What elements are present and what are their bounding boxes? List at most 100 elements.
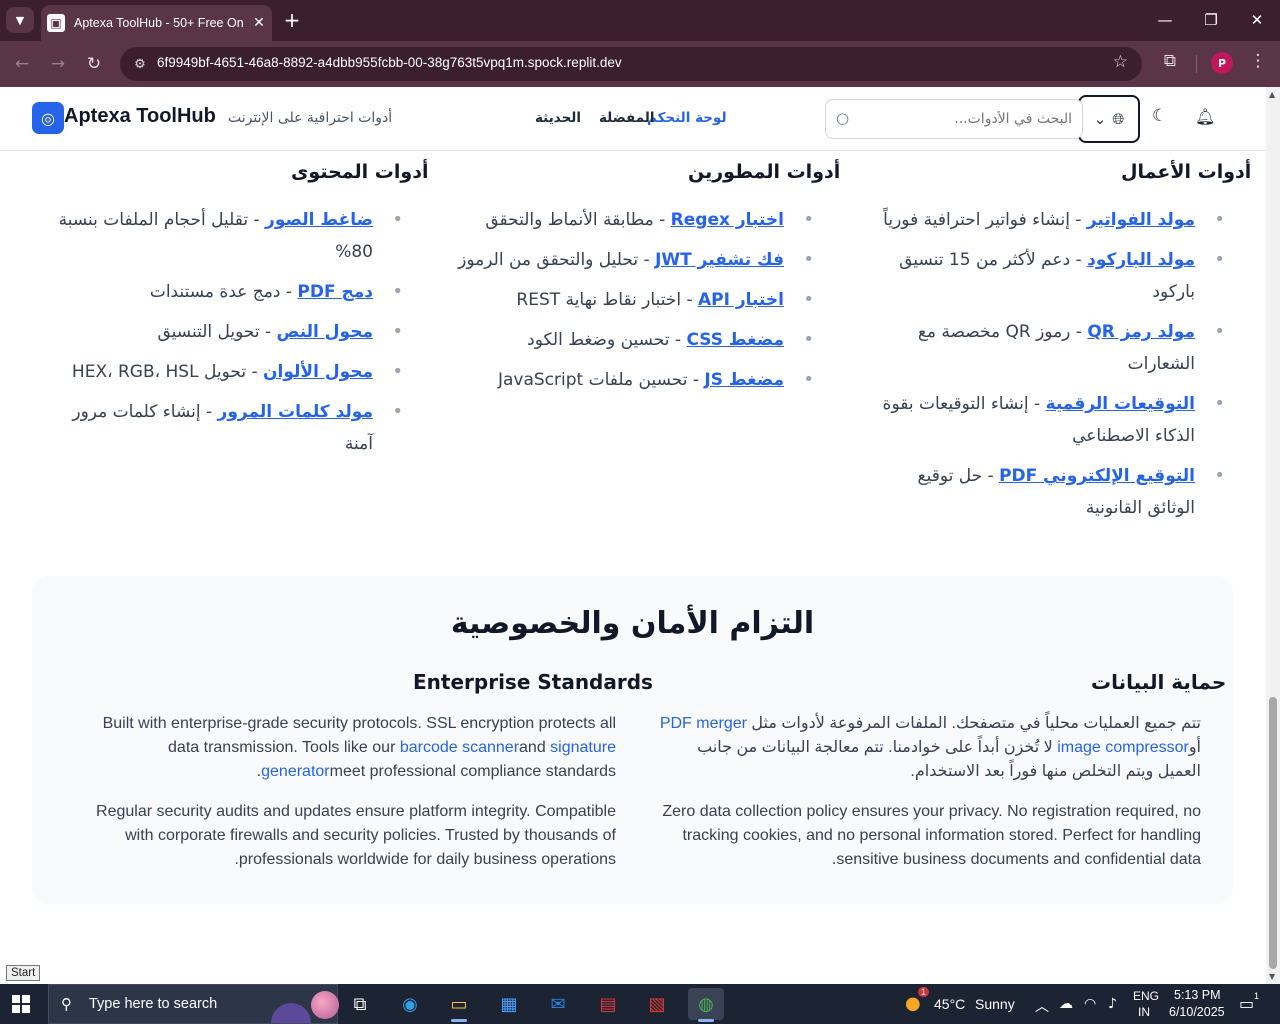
brand-logo-gear-icon[interactable]: ◎ (32, 102, 64, 134)
chrome-icon[interactable]: ◍ (688, 988, 724, 1022)
tool-link[interactable]: اختبار API (698, 290, 784, 310)
volume-icon[interactable]: ♪ (1108, 996, 1117, 1012)
weather-sun-icon[interactable]: ● (905, 993, 921, 1014)
browser-tab[interactable]: ▣ Aptexa ToolHub - 50+ Free Onli ✕ (41, 5, 272, 41)
tool-link[interactable]: اختبار Regex (671, 210, 784, 230)
tab-title: Aptexa ToolHub - 50+ Free Onli (74, 16, 244, 30)
developer-tools-list: اختبار Regex - مطابقة الأنماط والتحقق فك… (456, 204, 814, 404)
tool-link[interactable]: محول الألوان (263, 362, 373, 382)
search-input[interactable] (860, 100, 1072, 138)
back-arrow-icon[interactable]: ← (9, 51, 35, 77)
category-title-developer: أدوات المطورين (688, 161, 841, 183)
barcode-scanner-link[interactable]: barcode scanner (400, 739, 519, 756)
window-close-icon[interactable]: ✕ (1242, 8, 1272, 32)
microsoft-store-icon[interactable]: ▦ (491, 988, 527, 1020)
running-indicator (698, 1019, 714, 1022)
brand-name[interactable]: Aptexa ToolHub (64, 105, 216, 128)
clock-date[interactable]: 6/10/2025 (1169, 1005, 1225, 1019)
tool-link[interactable]: مولد الباركود (1087, 250, 1195, 270)
outlook-icon[interactable]: ✉ (540, 988, 576, 1020)
app-icon[interactable]: ▤ (590, 988, 626, 1020)
tool-description: - تحليل والتحقق من الرموز (458, 250, 656, 270)
edge-browser-icon[interactable]: ◉ (392, 988, 428, 1020)
site-favicon-icon: ▣ (47, 14, 65, 32)
page-scrollbar[interactable]: ▲ ▼ (1266, 87, 1280, 984)
bookmark-star-icon[interactable]: ☆ (1113, 52, 1128, 72)
profile-avatar[interactable]: P (1211, 52, 1233, 74)
forward-arrow-icon[interactable]: → (45, 51, 71, 77)
language-indicator-line1[interactable]: ENG (1133, 989, 1159, 1003)
taskbar-search-box[interactable]: ⚲ Type here to search (48, 984, 339, 1024)
dark-mode-moon-icon[interactable]: ☾ (1152, 106, 1167, 126)
tool-link[interactable]: التوقيعات الرقمية (1046, 394, 1195, 414)
windows-start-icon[interactable] (12, 995, 30, 1013)
list-item: مولد الباركود - دعم لأكثر من 15 تنسيق با… (877, 244, 1225, 308)
tool-link[interactable]: محول النص (277, 322, 373, 342)
tool-link[interactable]: التوقيع الإلكتروني PDF (999, 466, 1195, 486)
enterprise-paragraph-1: Built with enterprise-grade security pro… (72, 712, 616, 784)
scroll-down-arrow-icon[interactable]: ▼ (1269, 972, 1275, 981)
list-item: محول الألوان - تحويل HEX، RGB، HSL (55, 356, 403, 388)
tool-link[interactable]: مضغط CSS (686, 330, 784, 350)
list-item: مولد كلمات المرور - إنشاء كلمات مرور آمن… (55, 396, 403, 460)
onedrive-cloud-icon[interactable]: ☁ (1059, 996, 1073, 1012)
tool-description: - تحسين وضغط الكود (527, 330, 687, 350)
notification-center-icon[interactable]: ▭ (1239, 994, 1254, 1013)
security-title: التزام الأمان والخصوصية (450, 606, 815, 641)
pdf-merger-link[interactable]: PDF merger (660, 715, 747, 732)
extensions-puzzle-icon[interactable]: ⧉ (1158, 51, 1182, 71)
image-compressor-link[interactable]: image compressor (1057, 739, 1189, 756)
chevron-up-icon[interactable]: ︿ (1035, 996, 1049, 1016)
browser-menu-icon[interactable]: ⋮ (1249, 51, 1267, 71)
clock-time[interactable]: 5:13 PM (1174, 988, 1221, 1002)
tool-link[interactable]: ضاغط الصور (265, 210, 373, 230)
language-selector[interactable]: ⌄ 🌐︎ (1078, 95, 1140, 143)
reload-icon[interactable]: ↻ (81, 51, 107, 77)
url-text[interactable]: 6f9949bf-4651-46a8-8892-a4dbb955fcbb-00-… (157, 55, 622, 70)
running-indicator (451, 1019, 467, 1022)
security-section: التزام الأمان والخصوصية حماية البيانات ت… (32, 576, 1233, 904)
minimize-icon[interactable]: — (1150, 8, 1180, 32)
new-tab-plus-icon[interactable]: + (282, 8, 302, 32)
privacy-heading: حماية البيانات (1091, 670, 1227, 694)
tool-description: - تحويل HEX، RGB، HSL (71, 362, 264, 382)
nav-recent[interactable]: الحديثة (535, 110, 581, 126)
enterprise-paragraph-2: Regular security audits and updates ensu… (96, 803, 616, 868)
nav-favorites[interactable]: المفضلة (599, 110, 654, 126)
pdf-app-icon[interactable]: ▧ (639, 988, 675, 1020)
tool-link[interactable]: مولد كلمات المرور (218, 402, 373, 422)
restore-icon[interactable]: ❐ (1196, 8, 1226, 32)
tool-link[interactable]: فك تشفير JWT (655, 250, 784, 270)
tool-link[interactable]: مولد الفواتير (1087, 210, 1195, 230)
scroll-up-arrow-icon[interactable]: ▲ (1269, 90, 1275, 99)
file-explorer-icon[interactable]: ▭ (441, 988, 477, 1022)
list-item: محول النص - تحويل التنسيق (55, 316, 403, 348)
text-span: أو (1188, 739, 1201, 756)
language-indicator-line2[interactable]: IN (1138, 1005, 1150, 1019)
wifi-icon[interactable]: ◠ (1084, 996, 1096, 1012)
weather-temperature[interactable]: 45°C (934, 996, 965, 1012)
tab-search-chevron-icon[interactable]: ▼ (6, 7, 34, 33)
tool-link[interactable]: مضغط JS (704, 370, 784, 390)
search-icon: ○ (836, 109, 850, 127)
weather-description[interactable]: Sunny (975, 996, 1015, 1012)
tool-description: - إنشاء فواتير احترافية فورياً (883, 210, 1087, 230)
notifications-bell-icon[interactable]: 🔔︎ (1195, 107, 1215, 126)
tool-link[interactable]: دمج PDF (297, 282, 373, 302)
browser-toolbar: ← → ↻ ⚙ 6f9949bf-4651-46a8-8892-a4dbb955… (0, 41, 1280, 87)
site-info-icon[interactable]: ⚙ (128, 52, 152, 76)
list-item: التوقيعات الرقمية - إنشاء التوقيعات بقوة… (877, 388, 1225, 452)
scrollbar-thumb[interactable] (1269, 697, 1277, 969)
tool-link[interactable]: مولد رمز QR (1087, 322, 1195, 342)
enterprise-heading: Enterprise Standards (413, 670, 653, 694)
nav-dashboard[interactable]: لوحة التحكم (647, 110, 727, 126)
search-highlight-art-orb (311, 991, 339, 1019)
tool-description: - تحويل التنسيق (157, 322, 277, 342)
tab-close-icon[interactable]: ✕ (250, 15, 268, 31)
taskbar-search-placeholder[interactable]: Type here to search (89, 996, 217, 1012)
task-view-icon[interactable]: ⧉ (342, 988, 378, 1020)
list-item: مضغط JS - تحسين ملفات JavaScript (456, 364, 814, 396)
privacy-paragraph-2: Zero data collection policy ensures your… (662, 803, 1201, 868)
list-item: مولد رمز QR - رموز QR مخصصة مع الشعارات (877, 316, 1225, 380)
address-bar[interactable]: ⚙ 6f9949bf-4651-46a8-8892-a4dbb955fcbb-0… (120, 47, 1142, 81)
